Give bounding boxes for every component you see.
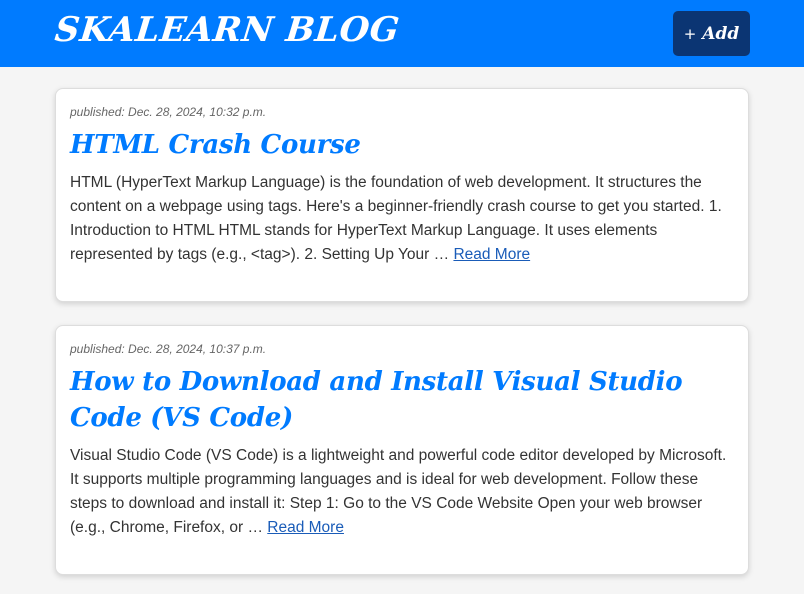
post-excerpt: Visual Studio Code (VS Code) is a lightw…: [70, 444, 734, 540]
post-title-link[interactable]: How to Download and Install Visual Studi…: [70, 364, 734, 436]
plus-icon: +: [683, 24, 697, 43]
post-excerpt-text: Visual Studio Code (VS Code) is a lightw…: [70, 447, 727, 536]
post-card: published: Dec. 28, 2024, 10:32 p.m. HTM…: [55, 88, 749, 302]
read-more-link[interactable]: Read More: [267, 519, 344, 536]
post-excerpt-text: HTML (HyperText Markup Language) is the …: [70, 174, 722, 263]
site-brand-link[interactable]: SKALEARN BLOG: [53, 10, 401, 50]
add-post-button[interactable]: + Add: [673, 11, 750, 56]
post-published-date: published: Dec. 28, 2024, 10:32 p.m.: [70, 105, 267, 119]
add-button-label: Add: [702, 23, 740, 44]
site-header: SKALEARN BLOG + Add: [0, 0, 804, 67]
post-published-date: published: Dec. 28, 2024, 10:37 p.m.: [70, 342, 267, 356]
post-card: published: Dec. 28, 2024, 10:37 p.m. How…: [55, 325, 749, 575]
read-more-link[interactable]: Read More: [453, 246, 530, 263]
post-title-link[interactable]: HTML Crash Course: [70, 127, 734, 163]
post-excerpt: HTML (HyperText Markup Language) is the …: [70, 171, 734, 267]
